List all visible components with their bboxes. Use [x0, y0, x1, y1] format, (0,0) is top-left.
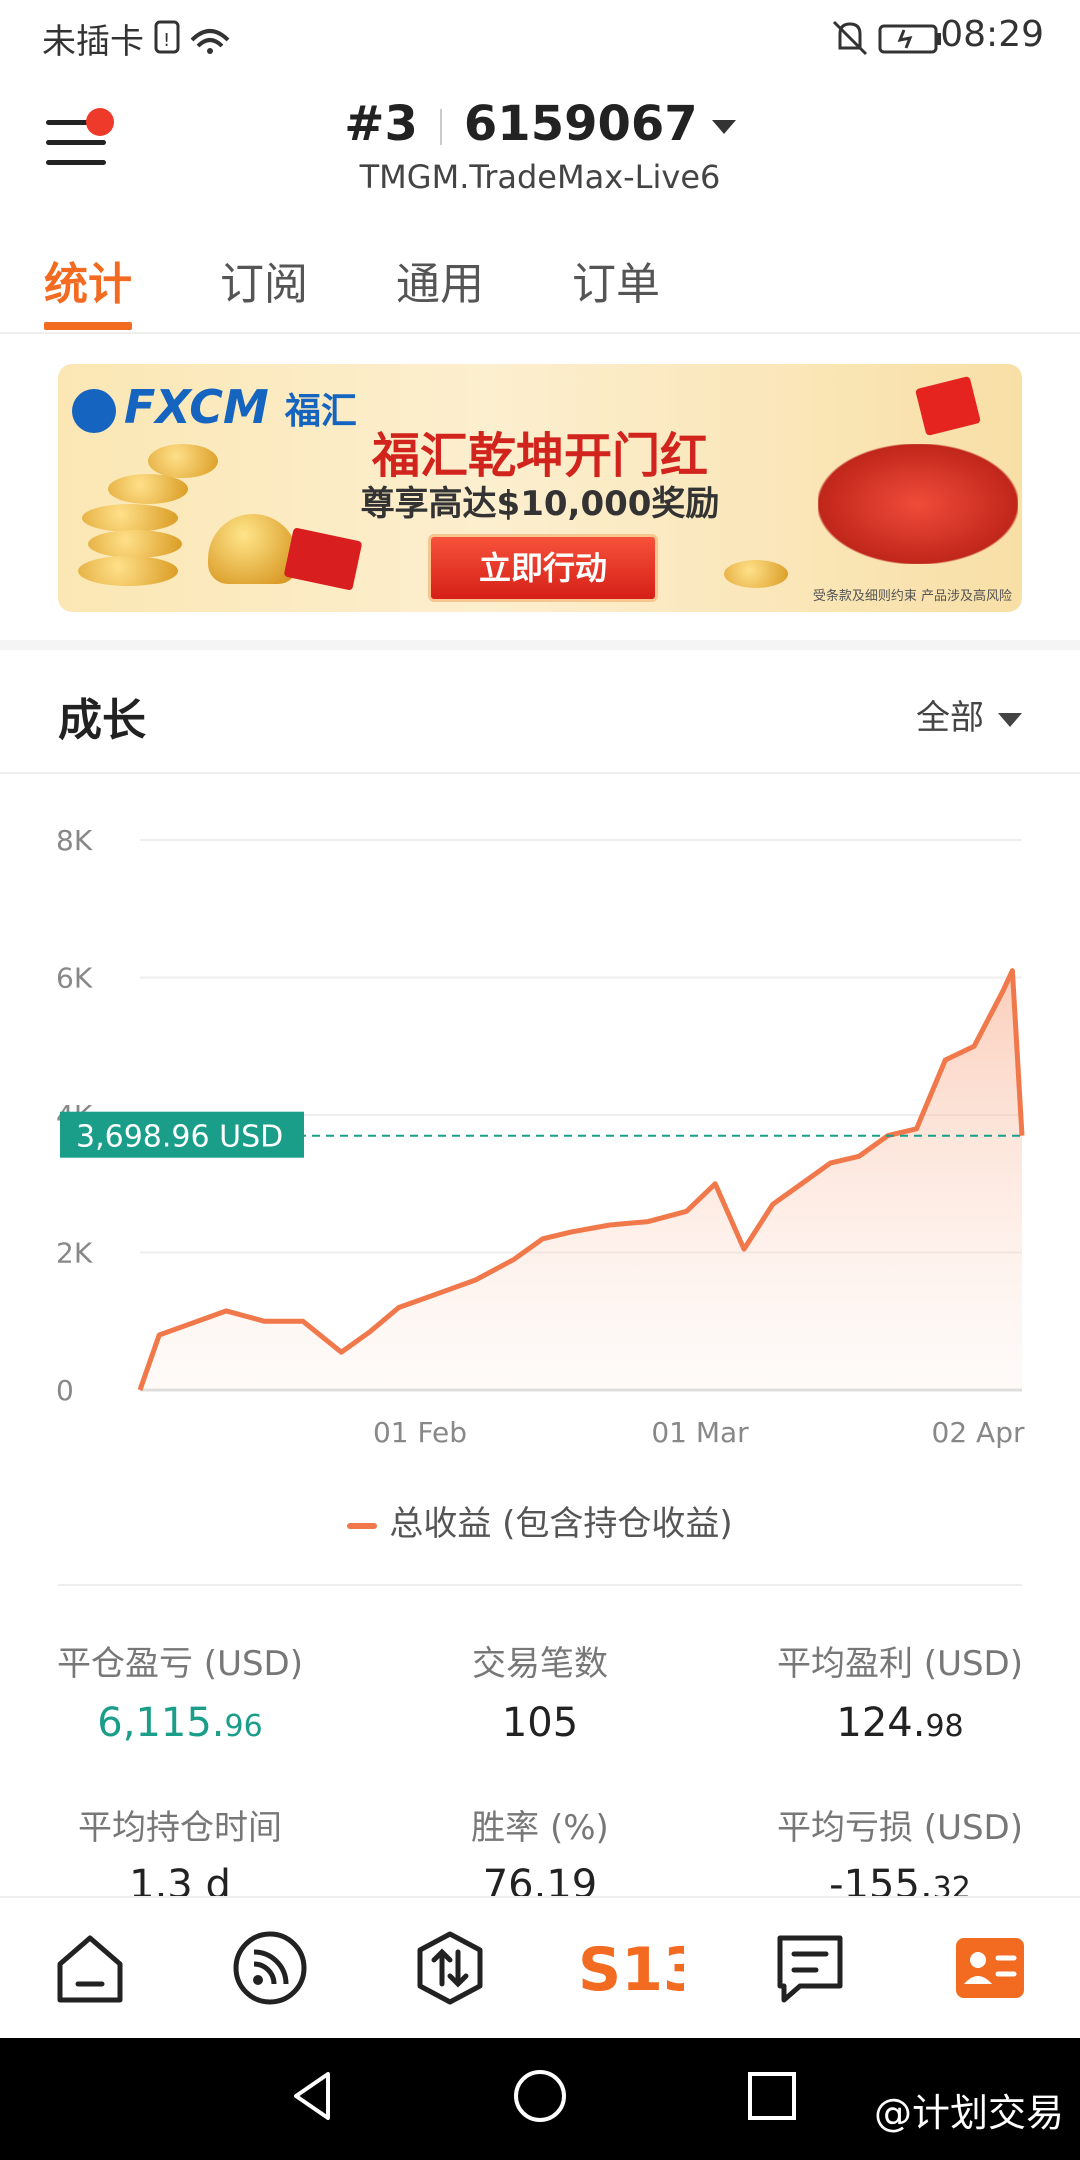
- x-tick-label: 02 Apr: [932, 1416, 1025, 1449]
- tab-indicator: [44, 322, 132, 330]
- svg-text:!: !: [163, 30, 170, 51]
- sim-wifi-icon: !: [154, 20, 230, 54]
- stat-closed-pnl-value: 6,115.96: [97, 1700, 263, 1746]
- legend-swatch: [347, 1522, 378, 1529]
- tab-stats[interactable]: 统计: [44, 248, 132, 312]
- recents-icon[interactable]: [742, 2066, 802, 2126]
- current-value-label: 3,698.96 USD: [76, 1120, 283, 1155]
- tab-general[interactable]: 通用: [396, 248, 484, 312]
- stat-trade-count-label: 交易笔数: [472, 1644, 608, 1684]
- stat-avg-profit-value: 124.98: [836, 1700, 964, 1746]
- carrier-text: 未插卡: [42, 22, 144, 62]
- legend-label: 总收益 (包含持仓收益): [389, 1504, 733, 1544]
- chevron-down-icon: [711, 120, 736, 134]
- section-divider: [0, 640, 1080, 650]
- chevron-down-icon: [998, 712, 1022, 727]
- stat-win-rate-label: 胜率 (%): [471, 1808, 609, 1848]
- svg-text:S13: S13: [578, 1935, 684, 2005]
- section-title: 成长: [58, 695, 146, 746]
- bottom-nav: S13: [0, 1896, 1080, 2040]
- account-number: 6159067: [463, 96, 698, 152]
- series-area: [140, 970, 1022, 1390]
- watermark: @计划交易: [873, 2091, 1064, 2135]
- y-tick-label: 8K: [56, 824, 93, 857]
- tab-bar: 统计 订阅 通用 订单: [0, 240, 1080, 334]
- x-tick-label: 01 Feb: [373, 1416, 467, 1449]
- divider: [0, 772, 1080, 774]
- home-nav-icon[interactable]: [510, 2066, 570, 2126]
- y-tick-label: 0: [56, 1374, 74, 1407]
- stat-avg-hold-label: 平均持仓时间: [78, 1808, 282, 1848]
- promo-banner[interactable]: FXCM 福汇 福汇乾坤开门红 尊享高达$10,000奖励 立即行动 受条款及细…: [58, 364, 1022, 612]
- range-filter-dropdown[interactable]: 全部: [916, 690, 1022, 739]
- growth-chart: 02K4K6K8K 01 Feb01 Mar02 Apr 3,698.96 US…: [56, 824, 1025, 1449]
- tab-subscribe[interactable]: 订阅: [220, 248, 308, 312]
- account-index: #3: [344, 96, 418, 152]
- message-icon[interactable]: [770, 1928, 850, 2008]
- back-icon[interactable]: [284, 2066, 344, 2126]
- stat-closed-pnl-label: 平仓盈亏 (USD): [57, 1644, 303, 1684]
- banner-fine-print: 受条款及细则约束 产品涉及高风险: [812, 589, 1012, 604]
- stat-avg-profit-label: 平均盈利 (USD): [777, 1644, 1023, 1684]
- tab-orders[interactable]: 订单: [572, 248, 660, 312]
- feed-icon[interactable]: [230, 1928, 310, 2008]
- profile-icon[interactable]: [950, 1928, 1030, 2008]
- banner-cta-button[interactable]: 立即行动: [428, 534, 658, 602]
- stat-trade-count-value: 105: [501, 1700, 579, 1746]
- red-envelope-icon: [283, 527, 363, 591]
- account-server: TMGM.TradeMax-Live6: [359, 158, 721, 196]
- banner-subline: 尊享高达$10,000奖励: [360, 484, 720, 524]
- home-icon[interactable]: [50, 1928, 130, 2008]
- trade-icon[interactable]: [410, 1928, 490, 2008]
- stat-avg-loss-label: 平均亏损 (USD): [777, 1808, 1023, 1848]
- x-tick-label: 01 Mar: [651, 1416, 749, 1449]
- status-bar: 未插卡 ! 08:29: [0, 0, 1080, 72]
- y-tick-label: 2K: [56, 1237, 93, 1270]
- chart-legend: 总收益 (包含持仓收益): [0, 1496, 1080, 1545]
- y-tick-label: 6K: [56, 962, 93, 995]
- mute-battery-icon: [832, 20, 941, 56]
- account-selector[interactable]: #3 6159067: [0, 96, 1080, 152]
- s13-icon[interactable]: S13: [574, 1928, 684, 2008]
- divider: [58, 1584, 1022, 1586]
- clock: 08:29: [940, 14, 1044, 55]
